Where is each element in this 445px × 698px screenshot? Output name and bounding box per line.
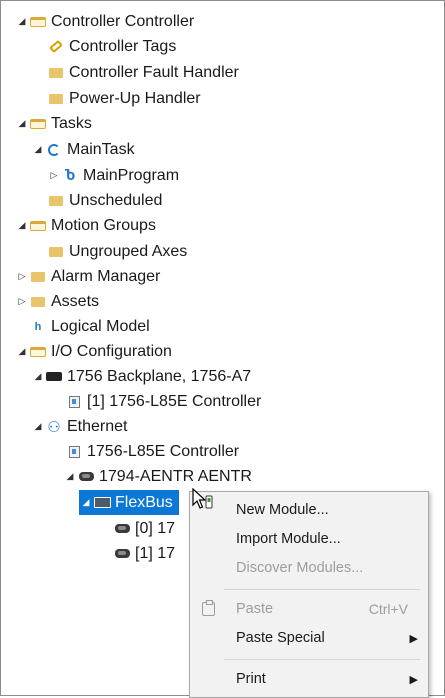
network-icon: ⚇: [47, 418, 61, 436]
tree-item-ethernet-controller[interactable]: 1756-L85E Controller: [65, 439, 239, 464]
expand-toggle-icon[interactable]: ◢: [31, 414, 45, 439]
folder-icon: [29, 289, 47, 314]
controller-module-icon: [65, 439, 83, 464]
adapter-icon: [77, 464, 95, 489]
tree-item-label: Ethernet: [67, 417, 128, 435]
tree-item-label: 1756 Backplane, 1756-A7: [67, 367, 252, 385]
tree-item-ungrouped-axes[interactable]: Ungrouped Axes: [47, 239, 187, 264]
menu-item-paste-special[interactable]: Paste Special ▶: [190, 624, 428, 652]
bus-icon: [93, 490, 111, 515]
tree-item-label: Motion Groups: [51, 216, 156, 234]
paste-icon: [202, 600, 215, 616]
tree-item-main-program[interactable]: ▷ Ⴆ MainProgram: [47, 163, 180, 188]
menu-item-new-module[interactable]: New Module...: [190, 496, 428, 524]
tree-item-tasks[interactable]: ◢ Tasks: [15, 111, 92, 136]
tree-item-motion-groups[interactable]: ◢ Motion Groups: [15, 213, 156, 238]
logical-model-icon: h: [34, 320, 42, 333]
folder-icon: [29, 264, 47, 289]
menu-separator: [224, 589, 420, 590]
submenu-arrow-icon: ▶: [409, 673, 418, 686]
tree-item-flexbus[interactable]: ◢ FlexBus: [79, 490, 179, 515]
tree-item-logical-model[interactable]: h Logical Model: [29, 314, 150, 339]
expand-toggle-icon[interactable]: ◢: [15, 111, 29, 136]
collapse-toggle-icon[interactable]: ▷: [15, 289, 29, 314]
folder-icon: [47, 188, 65, 213]
menu-item-label: Paste Special: [236, 630, 325, 646]
tree-item-slot-1[interactable]: [1] 17: [113, 541, 175, 566]
expand-toggle-icon[interactable]: ◢: [15, 339, 29, 364]
tree-item-controller[interactable]: ◢ Controller Controller: [15, 9, 195, 34]
tree-item-label: Alarm Manager: [51, 267, 161, 285]
tree-item-label: 1794-AENTR AENTR: [99, 467, 252, 485]
tree-item-label: [0] 17: [135, 519, 176, 537]
menu-item-paste[interactable]: Paste Ctrl+V: [190, 595, 428, 623]
menu-item-label: Print: [236, 671, 266, 687]
tree-item-label: MainProgram: [83, 166, 180, 184]
tree-item-aentr[interactable]: ◢ 1794-AENTR AENTR: [63, 464, 252, 489]
menu-item-print[interactable]: Print ▶: [190, 665, 428, 693]
tree-item-label: FlexBus: [115, 493, 173, 511]
collapse-toggle-icon[interactable]: ▷: [15, 264, 29, 289]
menu-item-label: Import Module...: [236, 531, 341, 547]
tree-item-unscheduled[interactable]: Unscheduled: [47, 188, 162, 213]
expand-toggle-icon[interactable]: ◢: [15, 213, 29, 238]
tree-item-label: Tasks: [51, 114, 92, 132]
task-cycle-icon: [45, 137, 63, 162]
folder-icon: [47, 86, 65, 111]
tree-item-main-task[interactable]: ◢ MainTask: [31, 137, 135, 162]
expand-toggle-icon[interactable]: ◢: [79, 490, 93, 515]
tree-item-label: I/O Configuration: [51, 342, 172, 360]
tree-item-label: Unscheduled: [69, 191, 163, 209]
mouse-pointer-icon: [192, 488, 213, 509]
tree-item-fault-handler[interactable]: Controller Fault Handler: [47, 60, 239, 85]
folder-open-icon: [29, 9, 47, 34]
folder-icon: [47, 239, 65, 264]
program-icon: Ⴆ: [64, 167, 76, 183]
tree-item-ethernet[interactable]: ◢ ⚇ Ethernet: [31, 414, 128, 439]
context-menu: New Module... Import Module... Discover …: [189, 491, 429, 698]
collapse-toggle-icon[interactable]: ▷: [47, 163, 61, 188]
menu-item-shortcut: Ctrl+V: [368, 601, 408, 617]
adapter-icon: [113, 541, 131, 566]
tree-item-label: Power-Up Handler: [69, 89, 201, 107]
tree-item-label: Controller Tags: [69, 37, 177, 55]
tree-item-label: Logical Model: [51, 317, 150, 335]
expand-toggle-icon[interactable]: ◢: [31, 364, 45, 389]
folder-open-icon: [29, 111, 47, 136]
folder-open-icon: [29, 213, 47, 238]
tree-item-label: MainTask: [67, 140, 135, 158]
tree-item-label: Ungrouped Axes: [69, 242, 188, 260]
tree-item-alarm-manager[interactable]: ▷ Alarm Manager: [15, 264, 161, 289]
tree-item-slot-0[interactable]: [0] 17: [113, 516, 175, 541]
menu-item-import-module[interactable]: Import Module...: [190, 525, 428, 553]
tag-icon: [47, 34, 65, 59]
adapter-icon: [113, 516, 131, 541]
menu-item-label: Paste: [236, 601, 274, 617]
tree-item-assets[interactable]: ▷ Assets: [15, 289, 99, 314]
controller-module-icon: [65, 389, 83, 414]
menu-item-discover-modules[interactable]: Discover Modules...: [190, 554, 428, 582]
folder-open-icon: [29, 339, 47, 364]
tree-item-io-configuration[interactable]: ◢ I/O Configuration: [15, 339, 172, 364]
tree-item-backplane-controller[interactable]: [1] 1756-L85E Controller: [65, 389, 261, 414]
tree-item-label: Controller Controller: [51, 12, 195, 30]
expand-toggle-icon[interactable]: ◢: [15, 9, 29, 34]
tree-item-label: [1] 1756-L85E Controller: [87, 392, 262, 410]
tree-item-label: [1] 17: [135, 544, 176, 562]
menu-item-label: New Module...: [236, 502, 329, 518]
tree-item-label: 1756-L85E Controller: [87, 442, 240, 460]
tree-item-powerup-handler[interactable]: Power-Up Handler: [47, 86, 201, 111]
expand-toggle-icon[interactable]: ◢: [63, 464, 77, 489]
menu-separator: [224, 659, 420, 660]
expand-toggle-icon[interactable]: ◢: [31, 137, 45, 162]
tree-item-label: Assets: [51, 292, 100, 310]
folder-icon: [47, 60, 65, 85]
tree-item-backplane[interactable]: ◢ 1756 Backplane, 1756-A7: [31, 364, 252, 389]
backplane-icon: [45, 364, 63, 389]
tree-item-controller-tags[interactable]: Controller Tags: [47, 34, 176, 59]
submenu-arrow-icon: ▶: [409, 632, 418, 645]
tree-item-label: Controller Fault Handler: [69, 63, 239, 81]
menu-item-label: Discover Modules...: [236, 560, 364, 576]
